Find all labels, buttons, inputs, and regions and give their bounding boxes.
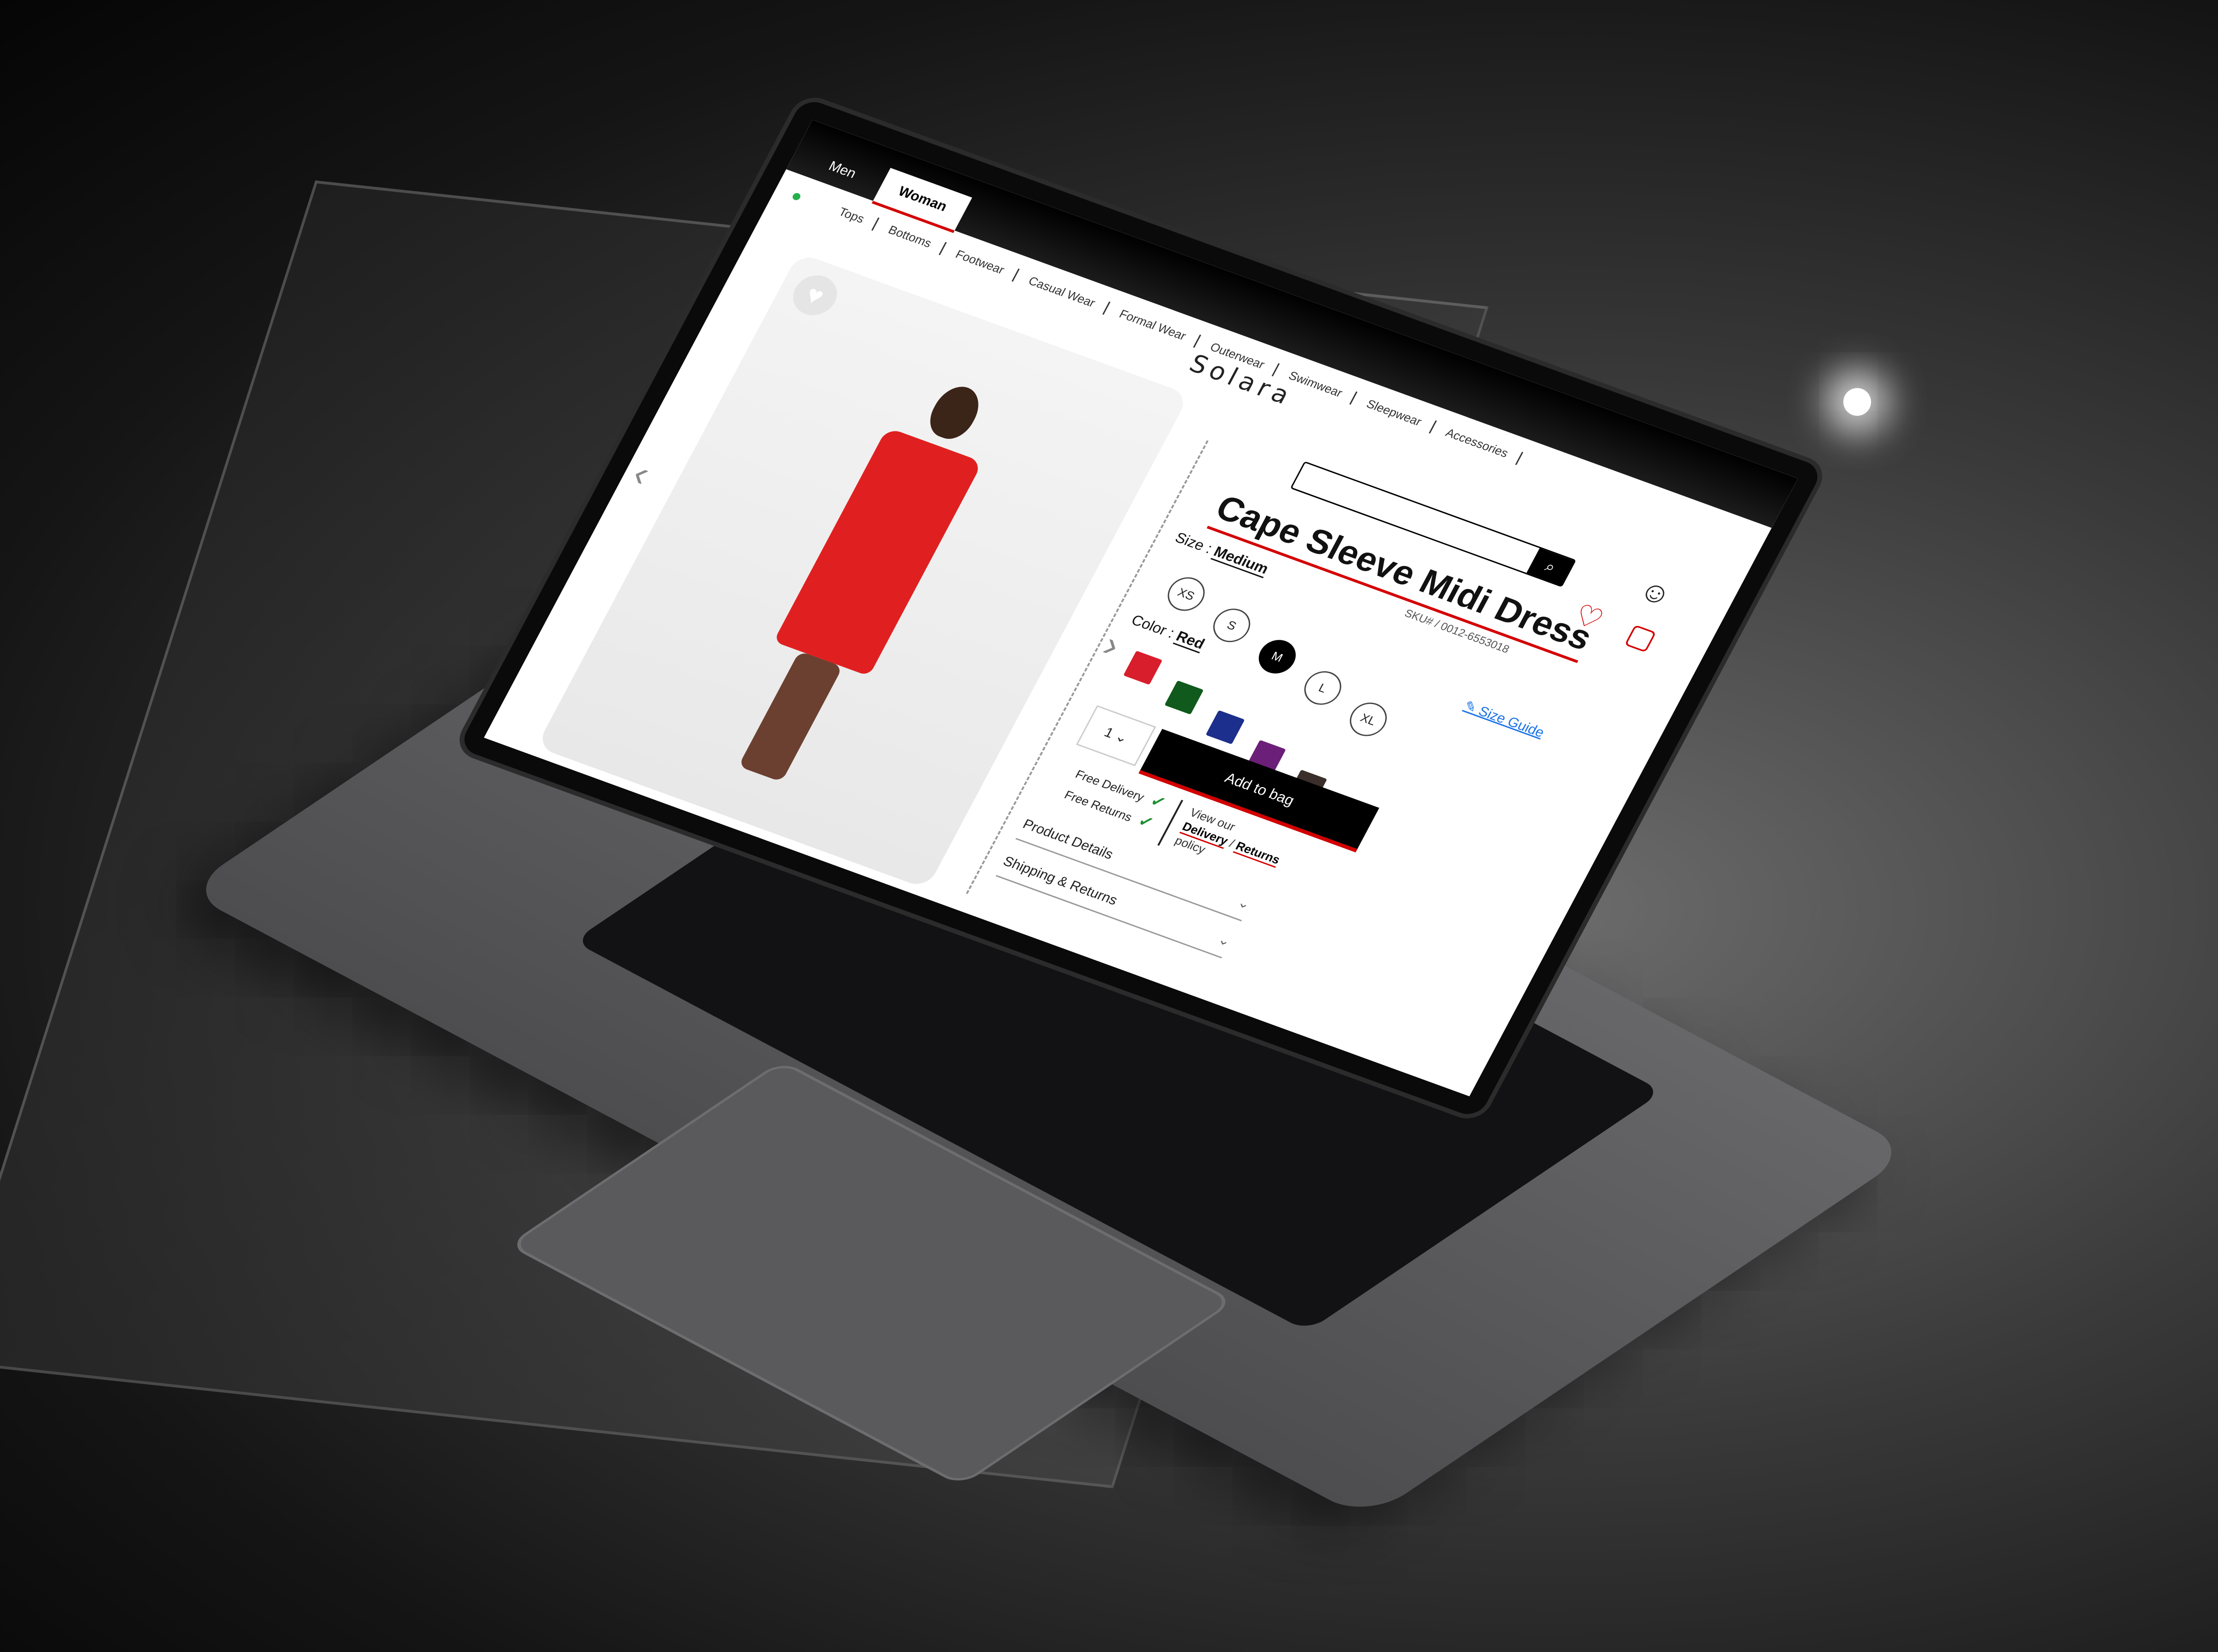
favorite-heart-icon[interactable]: ♥ bbox=[785, 269, 845, 321]
returns-policy-link[interactable]: Returns bbox=[1233, 838, 1283, 868]
color-swatch-blue[interactable] bbox=[1205, 710, 1245, 745]
shopping-bag-icon[interactable]: ▢ bbox=[1620, 616, 1663, 657]
size-option-l[interactable]: L bbox=[1298, 666, 1348, 710]
model-legs bbox=[738, 651, 843, 782]
size-option-xs[interactable]: XS bbox=[1161, 572, 1211, 616]
tab-men[interactable]: Men bbox=[803, 143, 881, 198]
user-icon[interactable]: ☺ bbox=[1634, 572, 1678, 613]
chevron-down-icon: ⌄ bbox=[1235, 894, 1253, 912]
chevron-right-icon[interactable]: › bbox=[1096, 624, 1128, 666]
status-dot bbox=[791, 192, 802, 201]
light-glare bbox=[1843, 388, 1871, 416]
chevron-left-icon[interactable]: ‹ bbox=[626, 452, 658, 494]
color-swatch-green[interactable] bbox=[1164, 680, 1204, 715]
check-icon: ✓ bbox=[1147, 790, 1170, 813]
size-label-text: Size : bbox=[1172, 529, 1215, 557]
color-label-text: Color : bbox=[1129, 611, 1178, 641]
size-option-m[interactable]: M bbox=[1252, 635, 1302, 679]
ruler-icon: ✎ bbox=[1461, 698, 1480, 716]
size-guide-link[interactable]: ✎ Size Guide bbox=[1461, 698, 1547, 741]
color-value: Red bbox=[1173, 627, 1208, 654]
chevron-down-icon: ⌄ bbox=[1215, 931, 1234, 950]
color-swatch-red[interactable] bbox=[1123, 650, 1163, 685]
check-icon: ✓ bbox=[1135, 811, 1157, 832]
size-option-s[interactable]: S bbox=[1207, 603, 1257, 647]
color-label: Color : Red bbox=[1129, 611, 1208, 654]
model-head bbox=[922, 381, 988, 444]
size-option-xl[interactable]: XL bbox=[1343, 698, 1393, 741]
size-guide-label: Size Guide bbox=[1476, 704, 1547, 741]
red-dress bbox=[773, 427, 983, 676]
model-photo bbox=[705, 368, 1018, 797]
quantity-select[interactable]: 1 ⌄ bbox=[1076, 705, 1156, 766]
category-tops[interactable]: Tops bbox=[825, 200, 880, 231]
search-icon[interactable]: ⌕ bbox=[1526, 548, 1574, 586]
chevron-down-icon: ⌄ bbox=[1112, 729, 1131, 747]
